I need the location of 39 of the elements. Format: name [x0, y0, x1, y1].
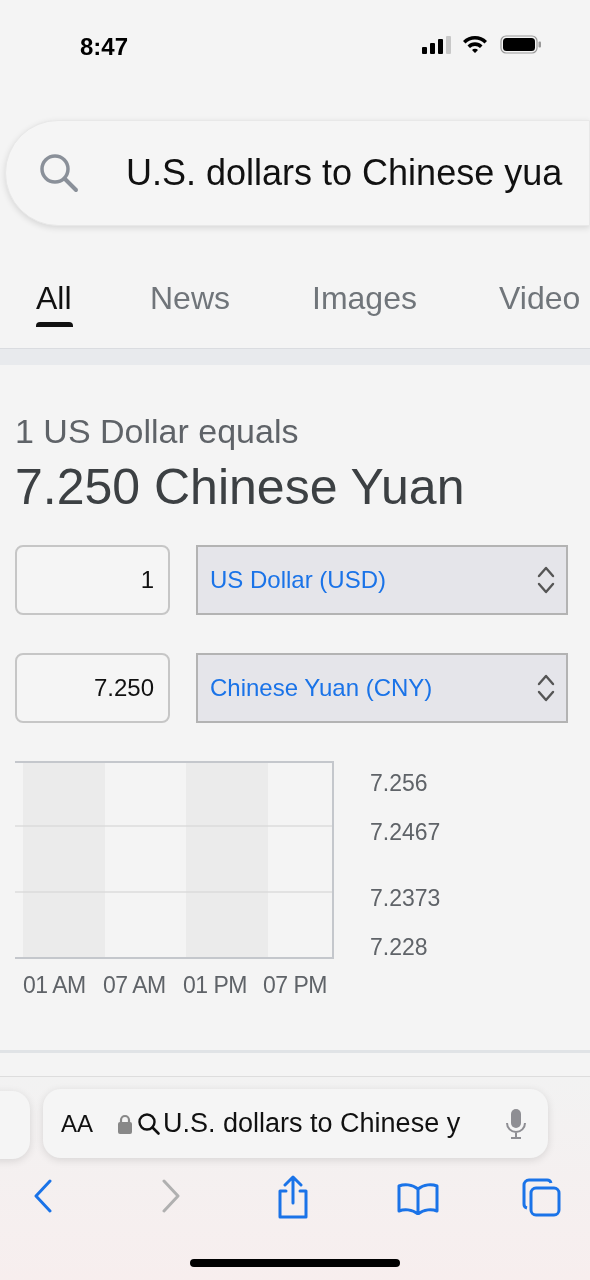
currency-name: US Dollar (USD) [210, 565, 387, 595]
amount-field[interactable]: 1 [15, 545, 170, 615]
back-icon[interactable] [32, 1179, 54, 1213]
axis-label: 01 AM [23, 971, 87, 1000]
wifi-icon [462, 34, 488, 54]
axis-label: 07 AM [103, 971, 167, 1000]
search-icon [137, 1111, 161, 1136]
currency-dropdown[interactable]: Chinese Yuan (CNY) [196, 653, 568, 723]
tab[interactable]: Images [312, 274, 417, 322]
axis-label: 07 PM [263, 971, 328, 1000]
currency-name: Chinese Yuan (CNY) [210, 673, 434, 703]
axis-label: 01 PM [183, 971, 248, 1000]
headline: 1 US Dollar equals [15, 411, 300, 452]
lock-icon [117, 1112, 133, 1135]
bookmarks-icon[interactable] [396, 1181, 440, 1215]
tab-indicator [36, 322, 73, 327]
search-icon [38, 152, 80, 194]
axis-label: 7.2373 [370, 884, 441, 913]
search-field[interactable]: U.S. dollars to Chinese yua [5, 120, 590, 226]
address-text: U.S. dollars to Chinese y [163, 1107, 462, 1141]
address-bar[interactable]: AA U.S. dollars to Chinese y [43, 1089, 548, 1158]
chevron-updown-icon [536, 564, 556, 596]
signal-icon [422, 36, 452, 54]
conversion-result: 7.250 Chinese Yuan [15, 458, 466, 517]
tab[interactable]: Video [499, 274, 581, 322]
tab[interactable]: All [36, 274, 72, 322]
amount-field[interactable]: 7.250 [15, 653, 170, 723]
search-query: U.S. dollars to Chinese yua [126, 151, 563, 195]
axis-label: 7.2467 [370, 818, 441, 847]
text-size-button[interactable]: AA [61, 1105, 93, 1142]
microphone-icon [506, 1107, 526, 1140]
battery-icon [500, 35, 542, 54]
chevron-updown-icon [536, 672, 556, 704]
currency-dropdown[interactable]: US Dollar (USD) [196, 545, 568, 615]
status-time: 8:47 [80, 32, 129, 62]
axis-label: 7.228 [370, 933, 428, 962]
axis-label: 7.256 [370, 769, 428, 798]
tabs-icon[interactable] [521, 1178, 563, 1218]
tab[interactable]: News [150, 274, 230, 322]
